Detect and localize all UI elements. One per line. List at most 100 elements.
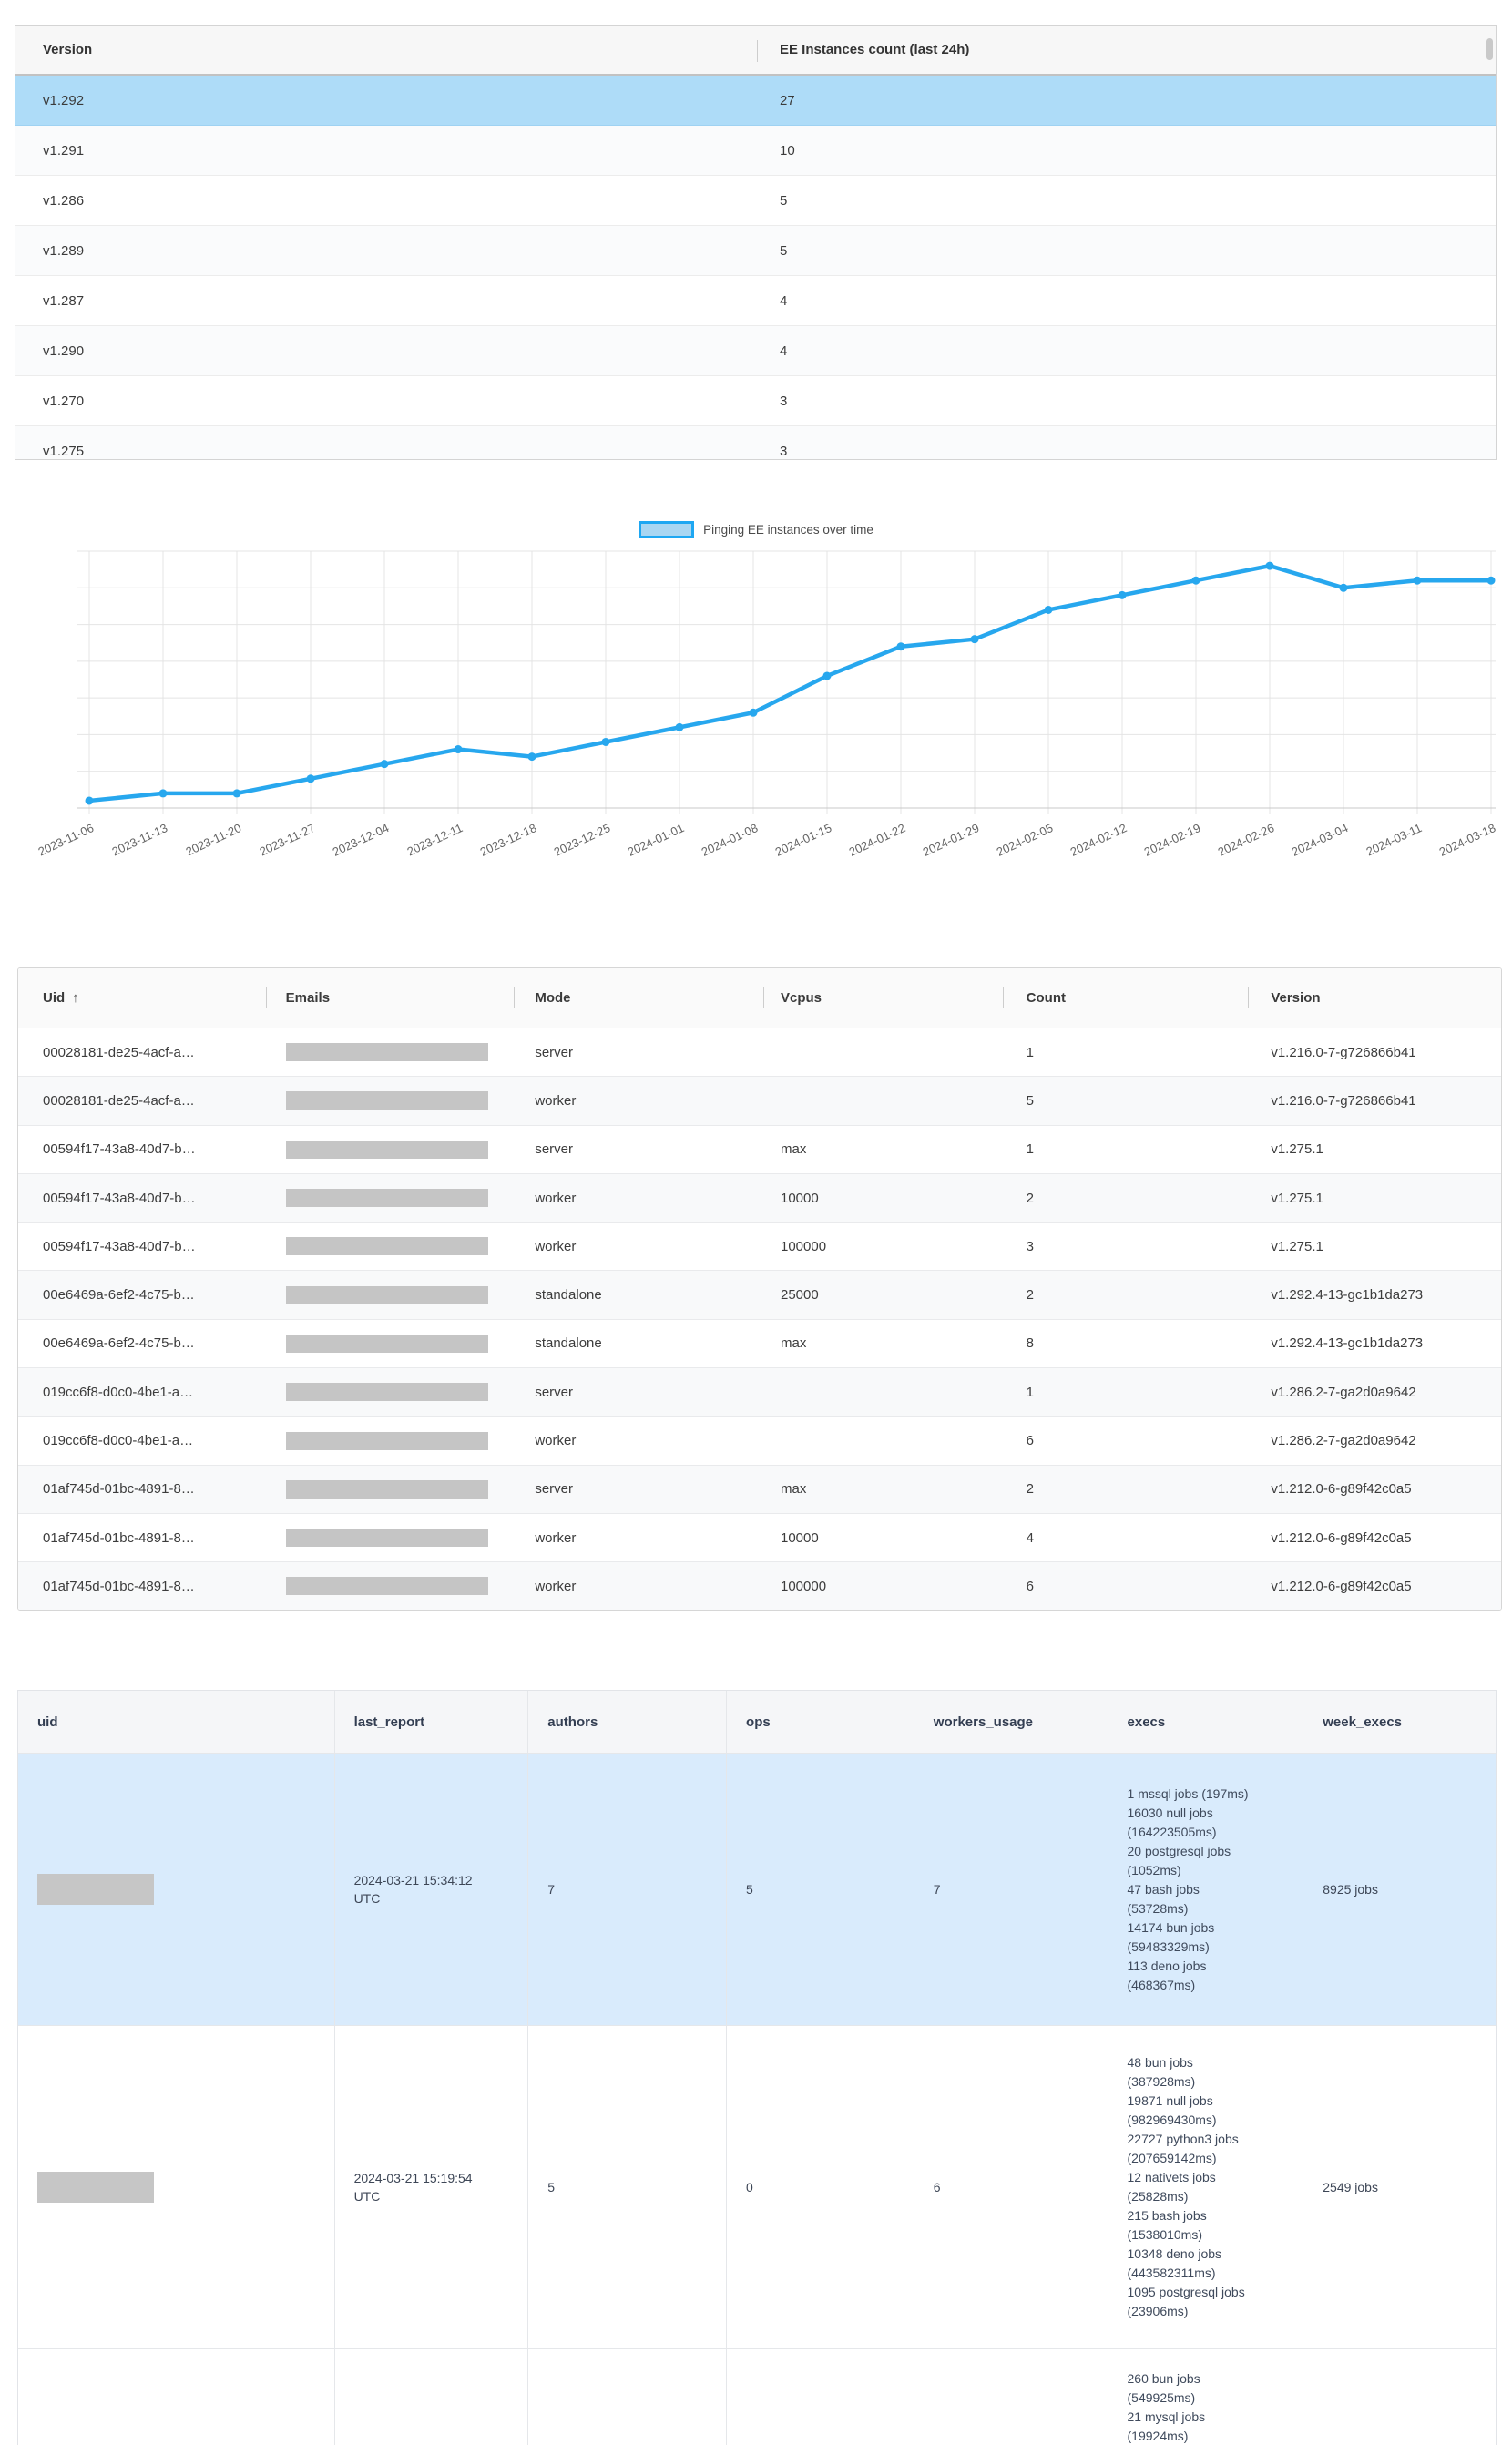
column-header-workers-usage[interactable]: workers_usage <box>914 1691 1108 1753</box>
data-point[interactable] <box>381 760 389 768</box>
emails-cell <box>266 1432 514 1450</box>
column-header-authors[interactable]: authors <box>527 1691 726 1753</box>
uid-cell: 00594f17-43a8-40d7-b… <box>18 1141 266 1157</box>
last-report-cell: 2024-03-21 15:19:54 UTC <box>334 2026 528 2348</box>
column-header-uid[interactable]: Uid↑ <box>18 990 266 1006</box>
legend-label: Pinging EE instances over time <box>703 523 873 537</box>
execs-cell: 48 bun jobs(387928ms)19871 null jobs(982… <box>1108 2026 1303 2348</box>
mode-cell: worker <box>513 1579 762 1594</box>
table-row[interactable]: 019cc6f8-d0c0-4be1-a…worker6v1.286.2-7-g… <box>18 1417 1501 1465</box>
line-chart-svg[interactable]: 2023-11-062023-11-132023-11-202023-11-27… <box>27 545 1503 865</box>
count-cell: 6 <box>1002 1433 1247 1448</box>
column-header-ee-instances-count[interactable]: EE Instances count (last 24h) <box>756 42 1496 57</box>
table-row[interactable]: v1.2904 <box>15 326 1496 376</box>
table-row[interactable]: v1.2874 <box>15 276 1496 326</box>
column-divider <box>266 987 267 1008</box>
data-point[interactable] <box>307 774 315 783</box>
table-row[interactable]: 00028181-de25-4acf-a…worker5v1.216.0-7-g… <box>18 1077 1501 1125</box>
version-cell: v1.286 <box>15 193 756 209</box>
data-point[interactable] <box>1414 577 1422 585</box>
mode-cell: worker <box>513 1530 762 1546</box>
data-point[interactable] <box>1045 606 1053 614</box>
column-header-uid[interactable]: uid <box>18 1691 334 1753</box>
data-point[interactable] <box>1119 591 1127 599</box>
column-header-week-execs[interactable]: week_execs <box>1303 1691 1496 1753</box>
column-header-ops[interactable]: ops <box>726 1691 914 1753</box>
column-divider <box>757 40 758 62</box>
x-axis-tick-label: 2024-01-15 <box>773 821 834 859</box>
table-row[interactable]: 00028181-de25-4acf-a…server1v1.216.0-7-g… <box>18 1028 1501 1077</box>
data-point[interactable] <box>528 752 536 761</box>
data-point[interactable] <box>1487 577 1496 585</box>
count-cell: 1 <box>1002 1045 1247 1060</box>
table-row[interactable]: v1.29110 <box>15 126 1496 176</box>
data-point[interactable] <box>971 635 979 643</box>
execs-cell: 1 mssql jobs (197ms)16030 null jobs(1642… <box>1108 1754 1303 2025</box>
data-point[interactable] <box>823 671 832 680</box>
table-row[interactable]: 019cc6f8-d0c0-4be1-a…server1v1.286.2-7-g… <box>18 1368 1501 1417</box>
table-row[interactable]: 00e6469a-6ef2-4c75-b…standalonemax8v1.29… <box>18 1320 1501 1368</box>
column-header-last-report[interactable]: last_report <box>334 1691 528 1753</box>
uid-cell: 019cc6f8-d0c0-4be1-a… <box>18 1433 266 1448</box>
table-row[interactable]: 00594f17-43a8-40d7-b…worker1000003v1.275… <box>18 1222 1501 1271</box>
data-point[interactable] <box>1192 577 1200 585</box>
column-header-vcpus[interactable]: Vcpus <box>762 990 1002 1006</box>
mode-cell: standalone <box>513 1287 762 1303</box>
table-row[interactable]: 00594f17-43a8-40d7-b…servermax1v1.275.1 <box>18 1126 1501 1174</box>
table-row[interactable]: 01af745d-01bc-4891-8…worker1000006v1.212… <box>18 1562 1501 1611</box>
ops-cell: 5 <box>726 1754 914 2025</box>
x-axis-tick-label: 2024-03-04 <box>1290 821 1351 859</box>
column-header-count[interactable]: Count <box>1002 990 1247 1006</box>
column-header-version[interactable]: Version <box>15 42 756 57</box>
table-row[interactable]: v1.2703 <box>15 376 1496 426</box>
column-header-execs[interactable]: execs <box>1108 1691 1303 1753</box>
data-point[interactable] <box>1266 562 1274 570</box>
workers-usage-cell <box>914 2349 1108 2445</box>
data-point[interactable] <box>455 745 463 753</box>
chart-legend[interactable]: Pinging EE instances over time <box>0 521 1512 538</box>
version-cell: v1.275.1 <box>1246 1191 1501 1206</box>
line-chart[interactable]: 2023-11-062023-11-132023-11-202023-11-27… <box>27 545 1503 865</box>
data-point[interactable] <box>750 709 758 717</box>
table-row[interactable]: v1.2895 <box>15 226 1496 276</box>
table-row[interactable]: v1.2753 <box>15 426 1496 460</box>
data-point[interactable] <box>1340 584 1348 592</box>
data-point[interactable] <box>897 642 905 650</box>
uid-cell <box>18 2349 334 2445</box>
column-header-version[interactable]: Version <box>1246 990 1501 1006</box>
data-point[interactable] <box>159 789 168 797</box>
count-cell: 1 <box>1002 1141 1247 1157</box>
count-cell: 8 <box>1002 1335 1247 1351</box>
table-row[interactable]: 00e6469a-6ef2-4c75-b…standalone250002v1.… <box>18 1271 1501 1319</box>
authors-cell <box>527 2349 726 2445</box>
mode-cell: server <box>513 1045 762 1060</box>
count-cell: 5 <box>756 193 1496 209</box>
x-axis-tick-label: 2023-12-18 <box>478 821 539 859</box>
emails-cell <box>266 1091 514 1110</box>
table-row[interactable]: 01af745d-01bc-4891-8…servermax2v1.212.0-… <box>18 1466 1501 1514</box>
count-cell: 6 <box>1002 1579 1247 1594</box>
data-point[interactable] <box>602 738 610 746</box>
table-row[interactable]: v1.29227 <box>15 76 1496 126</box>
table-row[interactable]: 00594f17-43a8-40d7-b…worker100002v1.275.… <box>18 1174 1501 1222</box>
x-axis-tick-label: 2024-02-05 <box>995 821 1056 859</box>
legend-swatch-icon <box>639 521 694 538</box>
redacted-email <box>286 1432 488 1450</box>
table-row[interactable]: 260 bun jobs(549925ms)21 mysql jobs(1992… <box>18 2348 1496 2445</box>
data-point[interactable] <box>86 796 94 804</box>
column-header-mode[interactable]: Mode <box>513 990 762 1006</box>
version-cell: v1.292.4-13-gc1b1da273 <box>1246 1335 1501 1351</box>
column-header-emails[interactable]: Emails <box>266 990 514 1006</box>
emails-cell <box>266 1237 514 1255</box>
emails-cell <box>266 1043 514 1061</box>
table-row[interactable]: 01af745d-01bc-4891-8…worker100004v1.212.… <box>18 1514 1501 1562</box>
table-row[interactable]: 2024-03-21 15:19:54 UTC50648 bun jobs(38… <box>18 2025 1496 2348</box>
scrollbar-thumb[interactable] <box>1486 38 1493 60</box>
data-point[interactable] <box>233 789 241 797</box>
data-point[interactable] <box>676 723 684 731</box>
vcpus-cell: 25000 <box>762 1287 1002 1303</box>
table-row[interactable]: 2024-03-21 15:34:12 UTC7571 mssql jobs (… <box>18 1753 1496 2025</box>
table-row[interactable]: v1.2865 <box>15 176 1496 226</box>
version-count-table: Version EE Instances count (last 24h) v1… <box>15 25 1497 460</box>
mode-cell: server <box>513 1481 762 1497</box>
